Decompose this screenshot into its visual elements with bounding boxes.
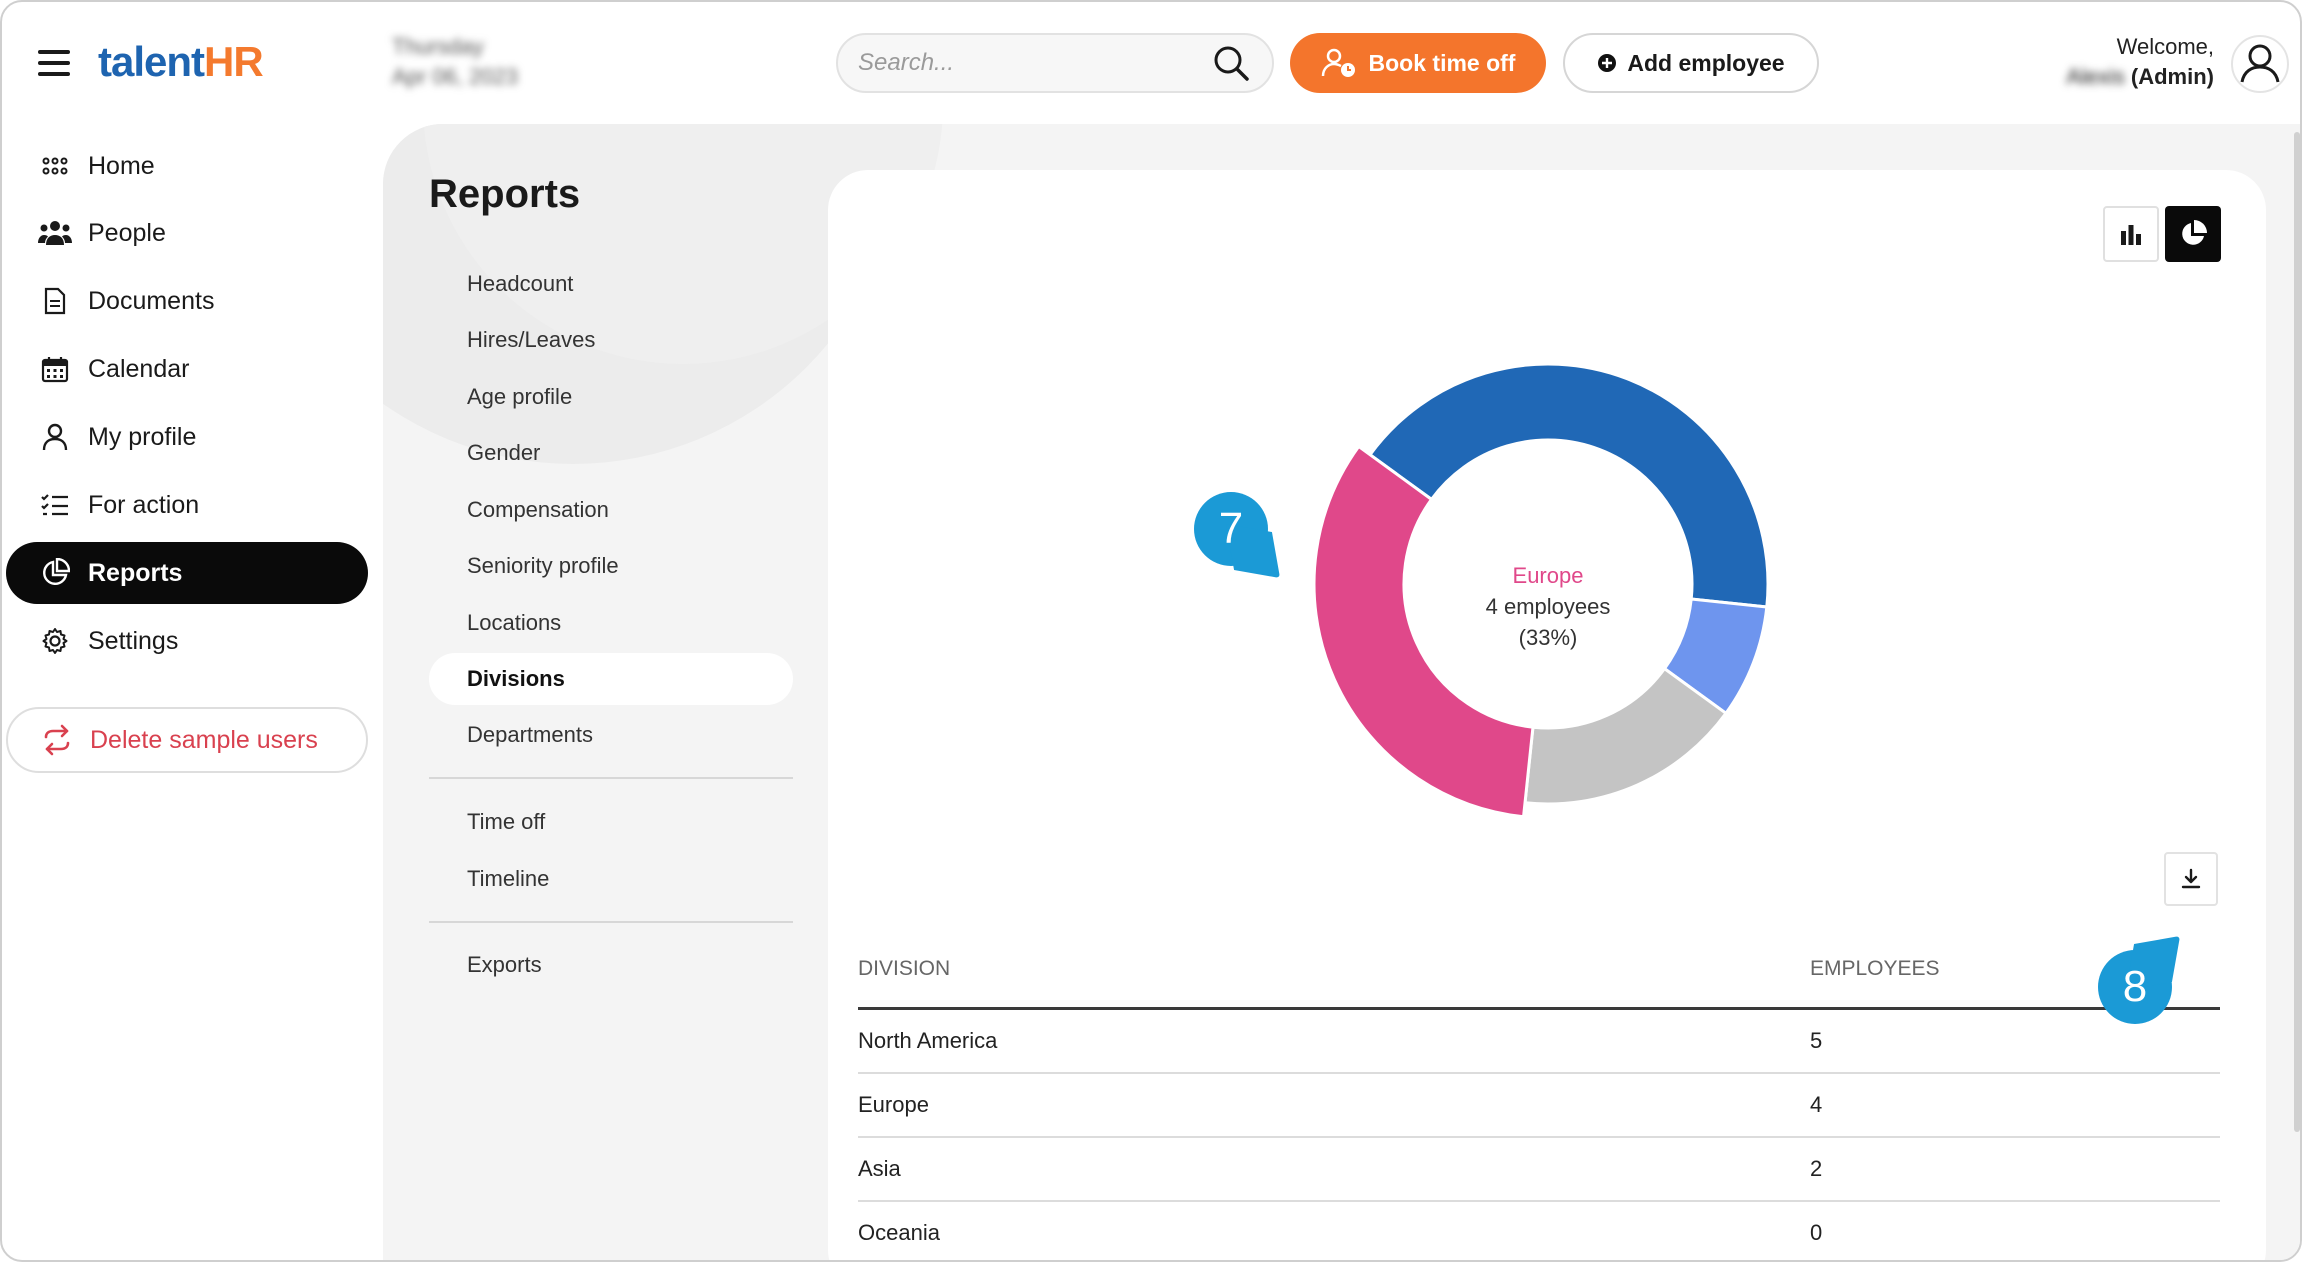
sidebar-item-label: People	[88, 218, 166, 247]
logo-text-talent: talent	[98, 38, 205, 85]
welcome-label: Welcome,	[2116, 34, 2214, 59]
document-icon	[38, 284, 72, 318]
delete-sample-users-button[interactable]: Delete sample users	[6, 707, 368, 773]
date-value: Apr 06, 2023	[392, 64, 518, 89]
donut-center-label: Europe 4 employees (33%)	[1398, 560, 1698, 653]
report-menu-seniority-profile[interactable]: Seniority profile	[429, 540, 793, 592]
gear-icon	[38, 624, 72, 658]
sidebar-item-reports[interactable]: Reports	[6, 542, 368, 604]
plus-circle-icon	[1598, 54, 1617, 72]
add-employee-label: Add employee	[1627, 49, 1785, 76]
search-bar	[836, 33, 1274, 93]
download-button[interactable]	[2164, 852, 2218, 906]
callout-number: 8	[2122, 962, 2148, 1011]
menu-icon[interactable]	[38, 50, 70, 76]
book-time-off-label: Book time off	[1368, 49, 1516, 76]
sidebar-item-label: Documents	[88, 286, 215, 315]
sidebar-item-label: Home	[88, 151, 155, 180]
center-employee-count: 4 employees	[1485, 594, 1611, 619]
sidebar-item-for-action[interactable]: For action	[6, 474, 368, 536]
search-input[interactable]	[858, 49, 1210, 77]
column-header-division[interactable]: DIVISION	[858, 957, 1810, 981]
pie-chart-icon	[2182, 220, 2207, 245]
date-display: Thursday Apr 06, 2023	[392, 32, 518, 92]
division-table: DIVISION EMPLOYEES North America 5 Europ…	[858, 930, 2220, 1260]
calendar-icon	[38, 352, 72, 386]
report-menu-divisions[interactable]: Divisions	[429, 653, 793, 705]
table-row: Oceania 0	[858, 1202, 2220, 1260]
user-icon	[38, 420, 72, 454]
sidebar-item-calendar[interactable]: Calendar	[6, 338, 368, 400]
callout-marker: 8	[2098, 950, 2172, 1024]
logo[interactable]: talentHR	[98, 38, 264, 86]
sidebar-item-settings[interactable]: Settings	[6, 610, 368, 672]
report-menu-age-profile[interactable]: Age profile	[429, 371, 793, 423]
download-icon	[2181, 868, 2201, 889]
add-employee-button[interactable]: Add employee	[1563, 33, 1819, 93]
cell-division: Oceania	[858, 1220, 940, 1245]
bar-chart-toggle[interactable]	[2103, 206, 2159, 262]
report-menu-departments[interactable]: Departments	[429, 709, 793, 761]
user-clock-icon	[1321, 48, 1355, 77]
cell-employees: 5	[1810, 1028, 1823, 1053]
cell-division: Asia	[858, 1156, 901, 1181]
logo-text-hr: HR	[204, 38, 264, 85]
sidebar-item-label: For action	[88, 490, 200, 519]
report-menu-headcount[interactable]: Headcount	[429, 258, 793, 310]
divider	[429, 921, 793, 923]
center-percentage: (33%)	[1518, 625, 1578, 650]
divider	[429, 777, 793, 779]
pie-chart-toggle[interactable]	[2165, 206, 2221, 262]
report-menu-gender[interactable]: Gender	[429, 427, 793, 479]
report-menu-time-off[interactable]: Time off	[429, 796, 793, 848]
report-menu-locations[interactable]: Locations	[429, 597, 793, 649]
sidebar-item-label: Reports	[88, 558, 183, 587]
reports-panel: Reports Headcount Hires/Leaves Age profi…	[383, 124, 2300, 1260]
sidebar-item-documents[interactable]: Documents	[6, 270, 368, 332]
report-menu-timeline[interactable]: Timeline	[429, 853, 793, 905]
table-header: DIVISION EMPLOYEES	[858, 930, 2220, 1010]
table-row: Europe 4	[858, 1074, 2220, 1138]
grid-icon	[38, 149, 72, 183]
report-menu-exports[interactable]: Exports	[429, 939, 793, 991]
page-title: Reports	[429, 172, 581, 216]
table-row: North America 5	[858, 1010, 2220, 1074]
cell-division: Europe	[858, 1092, 929, 1117]
sidebar-item-label: Calendar	[88, 354, 190, 383]
pie-chart-icon	[38, 556, 72, 590]
refresh-icon	[44, 724, 70, 756]
date-day: Thursday	[392, 34, 484, 59]
user-role: (Admin)	[2130, 64, 2214, 89]
report-card: Europe 4 employees (33%) DIVISION EMPLOY…	[828, 170, 2266, 1260]
center-division-name: Europe	[1512, 563, 1584, 588]
sidebar-item-home[interactable]: Home	[6, 135, 368, 197]
user-name: Alexis	[2066, 64, 2125, 89]
sidebar-item-label: Settings	[88, 626, 179, 655]
cell-employees: 0	[1810, 1220, 1823, 1245]
cell-employees: 4	[1810, 1092, 1823, 1117]
sidebar-item-my-profile[interactable]: My profile	[6, 406, 368, 468]
welcome-text: Welcome, Alexis (Admin)	[2066, 32, 2214, 92]
book-time-off-button[interactable]: Book time off	[1290, 33, 1546, 93]
cell-employees: 2	[1810, 1156, 1823, 1181]
avatar-icon[interactable]	[2230, 34, 2290, 94]
cell-division: North America	[858, 1028, 998, 1053]
sidebar-item-people[interactable]: People	[6, 202, 368, 264]
app-window: talentHR Thursday Apr 06, 2023 Book time…	[0, 0, 2302, 1262]
scrollbar[interactable]	[2294, 132, 2300, 1132]
checklist-icon	[38, 488, 72, 522]
callout-marker: 7	[1194, 492, 1268, 566]
bar-chart-icon	[2121, 225, 2141, 245]
report-menu-hires-leaves[interactable]: Hires/Leaves	[429, 314, 793, 366]
search-icon[interactable]	[1210, 42, 1252, 84]
sidebar-item-label: My profile	[88, 422, 197, 451]
callout-number: 7	[1218, 504, 1244, 553]
report-menu-compensation[interactable]: Compensation	[429, 484, 793, 536]
delete-sample-users-label: Delete sample users	[90, 725, 318, 754]
people-icon	[38, 216, 72, 250]
table-row: Asia 2	[858, 1138, 2220, 1202]
